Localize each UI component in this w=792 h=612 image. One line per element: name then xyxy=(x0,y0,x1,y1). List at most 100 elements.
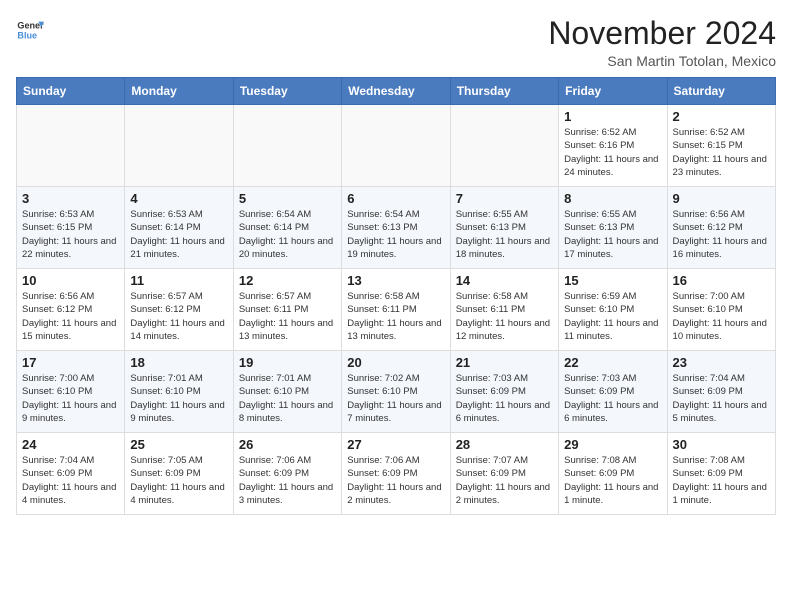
day-info: Sunset: 6:10 PM xyxy=(239,385,336,398)
day-number: 12 xyxy=(239,273,336,288)
day-number: 6 xyxy=(347,191,444,206)
day-number: 7 xyxy=(456,191,553,206)
day-info: Sunset: 6:11 PM xyxy=(239,303,336,316)
calendar-cell: 8Sunrise: 6:55 AMSunset: 6:13 PMDaylight… xyxy=(559,187,667,269)
calendar-cell: 20Sunrise: 7:02 AMSunset: 6:10 PMDayligh… xyxy=(342,351,450,433)
calendar-cell xyxy=(342,105,450,187)
day-info: Daylight: 11 hours and 7 minutes. xyxy=(347,399,444,426)
calendar-week-row: 17Sunrise: 7:00 AMSunset: 6:10 PMDayligh… xyxy=(17,351,776,433)
calendar-cell: 12Sunrise: 6:57 AMSunset: 6:11 PMDayligh… xyxy=(233,269,341,351)
logo: General Blue xyxy=(16,16,44,44)
day-info: Daylight: 11 hours and 18 minutes. xyxy=(456,235,553,262)
day-info: Sunrise: 7:00 AM xyxy=(673,290,770,303)
day-info: Daylight: 11 hours and 9 minutes. xyxy=(22,399,119,426)
day-info: Daylight: 11 hours and 6 minutes. xyxy=(456,399,553,426)
calendar-cell: 14Sunrise: 6:58 AMSunset: 6:11 PMDayligh… xyxy=(450,269,558,351)
day-number: 18 xyxy=(130,355,227,370)
calendar-cell: 1Sunrise: 6:52 AMSunset: 6:16 PMDaylight… xyxy=(559,105,667,187)
calendar-cell xyxy=(125,105,233,187)
day-info: Sunset: 6:10 PM xyxy=(564,303,661,316)
day-info: Sunrise: 6:55 AM xyxy=(564,208,661,221)
day-number: 8 xyxy=(564,191,661,206)
day-info: Daylight: 11 hours and 21 minutes. xyxy=(130,235,227,262)
day-info: Sunset: 6:09 PM xyxy=(347,467,444,480)
day-number: 19 xyxy=(239,355,336,370)
day-info: Sunset: 6:09 PM xyxy=(456,385,553,398)
day-info: Sunrise: 6:54 AM xyxy=(347,208,444,221)
calendar-cell: 21Sunrise: 7:03 AMSunset: 6:09 PMDayligh… xyxy=(450,351,558,433)
day-info: Sunrise: 6:53 AM xyxy=(22,208,119,221)
svg-text:Blue: Blue xyxy=(17,30,37,40)
calendar-cell: 9Sunrise: 6:56 AMSunset: 6:12 PMDaylight… xyxy=(667,187,775,269)
day-number: 30 xyxy=(673,437,770,452)
day-info: Daylight: 11 hours and 6 minutes. xyxy=(564,399,661,426)
day-info: Sunrise: 7:04 AM xyxy=(673,372,770,385)
calendar-week-row: 1Sunrise: 6:52 AMSunset: 6:16 PMDaylight… xyxy=(17,105,776,187)
calendar-cell: 13Sunrise: 6:58 AMSunset: 6:11 PMDayligh… xyxy=(342,269,450,351)
calendar-cell: 19Sunrise: 7:01 AMSunset: 6:10 PMDayligh… xyxy=(233,351,341,433)
day-number: 27 xyxy=(347,437,444,452)
calendar-cell: 16Sunrise: 7:00 AMSunset: 6:10 PMDayligh… xyxy=(667,269,775,351)
location-title: San Martin Totolan, Mexico xyxy=(548,53,776,69)
calendar-day-header: Tuesday xyxy=(233,78,341,105)
day-number: 2 xyxy=(673,109,770,124)
calendar-cell xyxy=(450,105,558,187)
day-info: Sunrise: 6:59 AM xyxy=(564,290,661,303)
day-info: Daylight: 11 hours and 16 minutes. xyxy=(673,235,770,262)
day-info: Sunrise: 6:56 AM xyxy=(673,208,770,221)
day-info: Sunset: 6:10 PM xyxy=(347,385,444,398)
day-info: Daylight: 11 hours and 24 minutes. xyxy=(564,153,661,180)
calendar-cell: 3Sunrise: 6:53 AMSunset: 6:15 PMDaylight… xyxy=(17,187,125,269)
calendar-cell: 18Sunrise: 7:01 AMSunset: 6:10 PMDayligh… xyxy=(125,351,233,433)
day-info: Sunrise: 7:03 AM xyxy=(456,372,553,385)
day-info: Sunrise: 7:07 AM xyxy=(456,454,553,467)
day-info: Sunrise: 7:06 AM xyxy=(347,454,444,467)
day-info: Sunset: 6:09 PM xyxy=(564,467,661,480)
calendar-cell: 4Sunrise: 6:53 AMSunset: 6:14 PMDaylight… xyxy=(125,187,233,269)
day-info: Sunrise: 7:08 AM xyxy=(673,454,770,467)
month-title: November 2024 xyxy=(548,16,776,51)
title-section: November 2024 San Martin Totolan, Mexico xyxy=(548,16,776,69)
day-info: Sunset: 6:12 PM xyxy=(22,303,119,316)
day-info: Daylight: 11 hours and 4 minutes. xyxy=(130,481,227,508)
day-info: Sunset: 6:09 PM xyxy=(130,467,227,480)
day-number: 3 xyxy=(22,191,119,206)
day-info: Sunrise: 6:55 AM xyxy=(456,208,553,221)
calendar-header-row: SundayMondayTuesdayWednesdayThursdayFrid… xyxy=(17,78,776,105)
calendar-cell: 17Sunrise: 7:00 AMSunset: 6:10 PMDayligh… xyxy=(17,351,125,433)
day-info: Sunset: 6:13 PM xyxy=(456,221,553,234)
calendar-cell xyxy=(17,105,125,187)
day-info: Daylight: 11 hours and 13 minutes. xyxy=(347,317,444,344)
day-number: 23 xyxy=(673,355,770,370)
day-info: Sunset: 6:10 PM xyxy=(22,385,119,398)
day-number: 14 xyxy=(456,273,553,288)
day-info: Sunset: 6:15 PM xyxy=(22,221,119,234)
day-info: Daylight: 11 hours and 3 minutes. xyxy=(239,481,336,508)
day-info: Sunset: 6:09 PM xyxy=(673,385,770,398)
calendar-cell: 6Sunrise: 6:54 AMSunset: 6:13 PMDaylight… xyxy=(342,187,450,269)
calendar-cell: 26Sunrise: 7:06 AMSunset: 6:09 PMDayligh… xyxy=(233,433,341,515)
calendar-cell: 22Sunrise: 7:03 AMSunset: 6:09 PMDayligh… xyxy=(559,351,667,433)
calendar-day-header: Friday xyxy=(559,78,667,105)
day-number: 29 xyxy=(564,437,661,452)
day-info: Daylight: 11 hours and 19 minutes. xyxy=(347,235,444,262)
day-info: Sunrise: 6:56 AM xyxy=(22,290,119,303)
day-info: Sunrise: 7:04 AM xyxy=(22,454,119,467)
day-info: Sunrise: 7:01 AM xyxy=(239,372,336,385)
day-number: 1 xyxy=(564,109,661,124)
day-number: 24 xyxy=(22,437,119,452)
day-info: Daylight: 11 hours and 23 minutes. xyxy=(673,153,770,180)
day-info: Daylight: 11 hours and 2 minutes. xyxy=(347,481,444,508)
day-info: Daylight: 11 hours and 4 minutes. xyxy=(22,481,119,508)
day-info: Sunrise: 6:58 AM xyxy=(456,290,553,303)
day-number: 20 xyxy=(347,355,444,370)
day-info: Sunset: 6:13 PM xyxy=(564,221,661,234)
calendar-cell: 24Sunrise: 7:04 AMSunset: 6:09 PMDayligh… xyxy=(17,433,125,515)
day-info: Daylight: 11 hours and 2 minutes. xyxy=(456,481,553,508)
calendar-cell: 28Sunrise: 7:07 AMSunset: 6:09 PMDayligh… xyxy=(450,433,558,515)
calendar-cell: 15Sunrise: 6:59 AMSunset: 6:10 PMDayligh… xyxy=(559,269,667,351)
day-info: Daylight: 11 hours and 10 minutes. xyxy=(673,317,770,344)
calendar-week-row: 24Sunrise: 7:04 AMSunset: 6:09 PMDayligh… xyxy=(17,433,776,515)
day-number: 5 xyxy=(239,191,336,206)
day-number: 28 xyxy=(456,437,553,452)
